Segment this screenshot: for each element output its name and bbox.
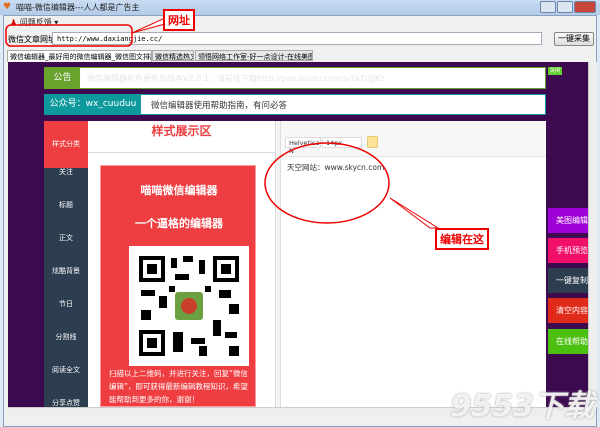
- editor-highlight: [264, 142, 390, 224]
- url-highlight: [5, 24, 133, 47]
- edit-callout-pointer: [389, 197, 440, 229]
- watermark-logo: 9553下载: [450, 389, 595, 424]
- url-callout-pointer: [131, 17, 166, 34]
- edit-callout: 编辑在这: [435, 228, 489, 250]
- annotation-overlay: [5, 17, 440, 229]
- url-callout: 网址: [163, 9, 195, 31]
